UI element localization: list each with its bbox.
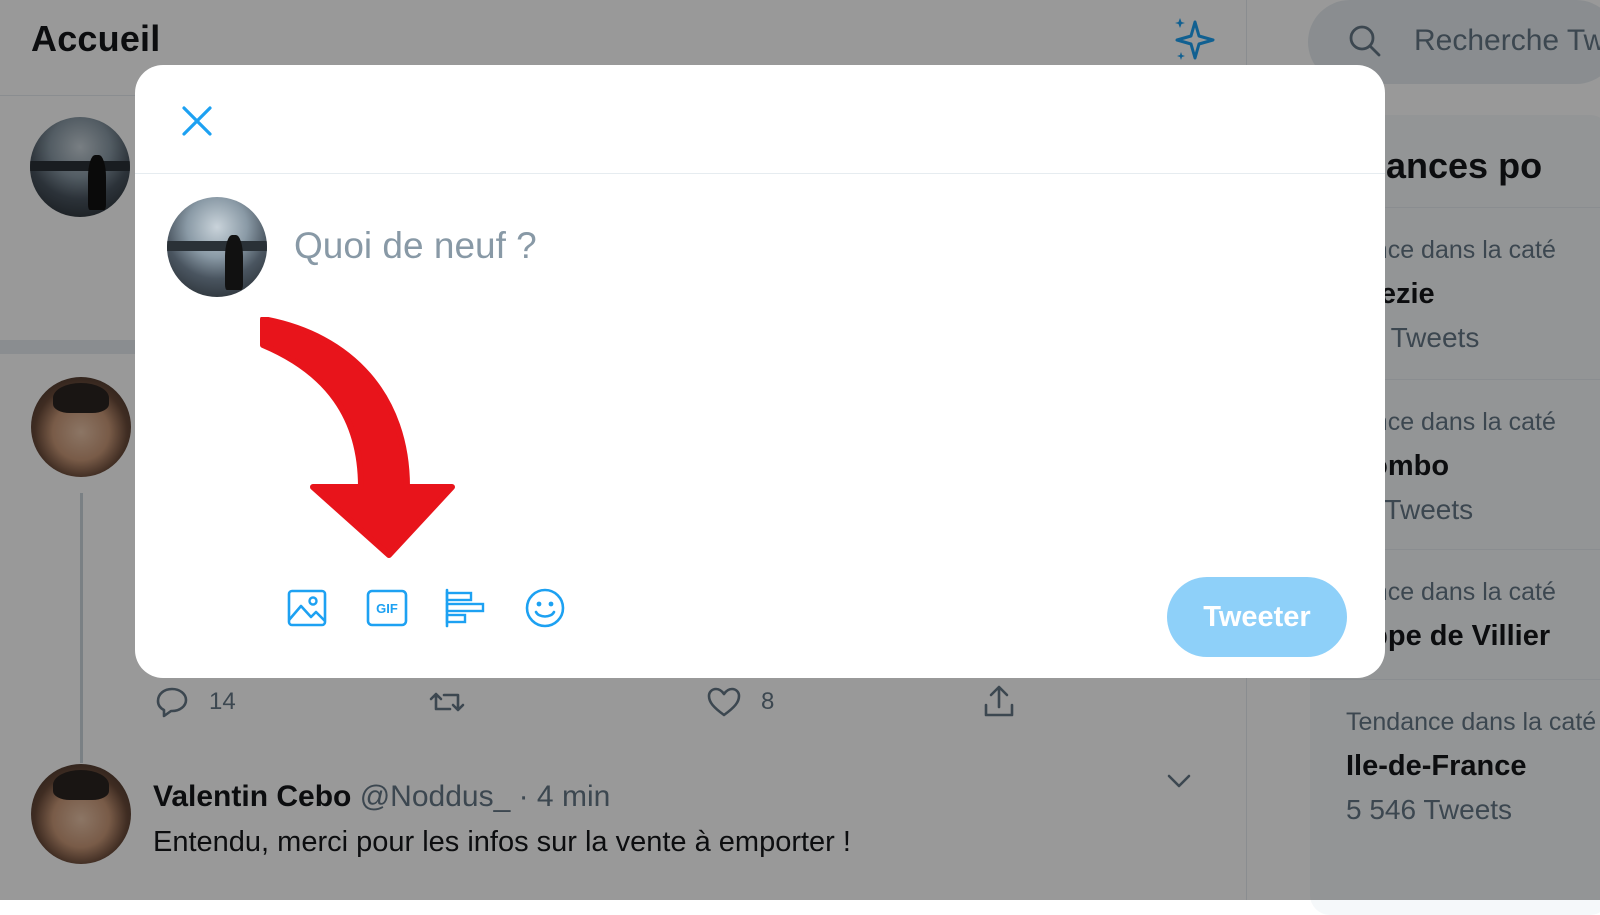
image-icon <box>287 589 327 627</box>
close-icon <box>182 106 212 136</box>
tweet-compose-input[interactable] <box>292 215 1296 277</box>
gif-button[interactable]: GIF <box>364 585 410 631</box>
poll-icon <box>445 588 485 628</box>
poll-button[interactable] <box>442 585 488 631</box>
tweet-button[interactable]: Tweeter <box>1167 577 1347 657</box>
gif-icon: GIF <box>366 589 408 627</box>
red-arrow-annotation <box>260 317 455 558</box>
dialog-header <box>135 65 1385 174</box>
close-button[interactable] <box>169 93 225 149</box>
media-button[interactable] <box>284 585 330 631</box>
gif-label: GIF <box>376 601 398 616</box>
emoji-icon <box>525 588 565 628</box>
emoji-button[interactable] <box>522 585 568 631</box>
user-avatar[interactable] <box>167 197 267 297</box>
compose-tweet-dialog: GIF Tweeter <box>135 65 1385 678</box>
